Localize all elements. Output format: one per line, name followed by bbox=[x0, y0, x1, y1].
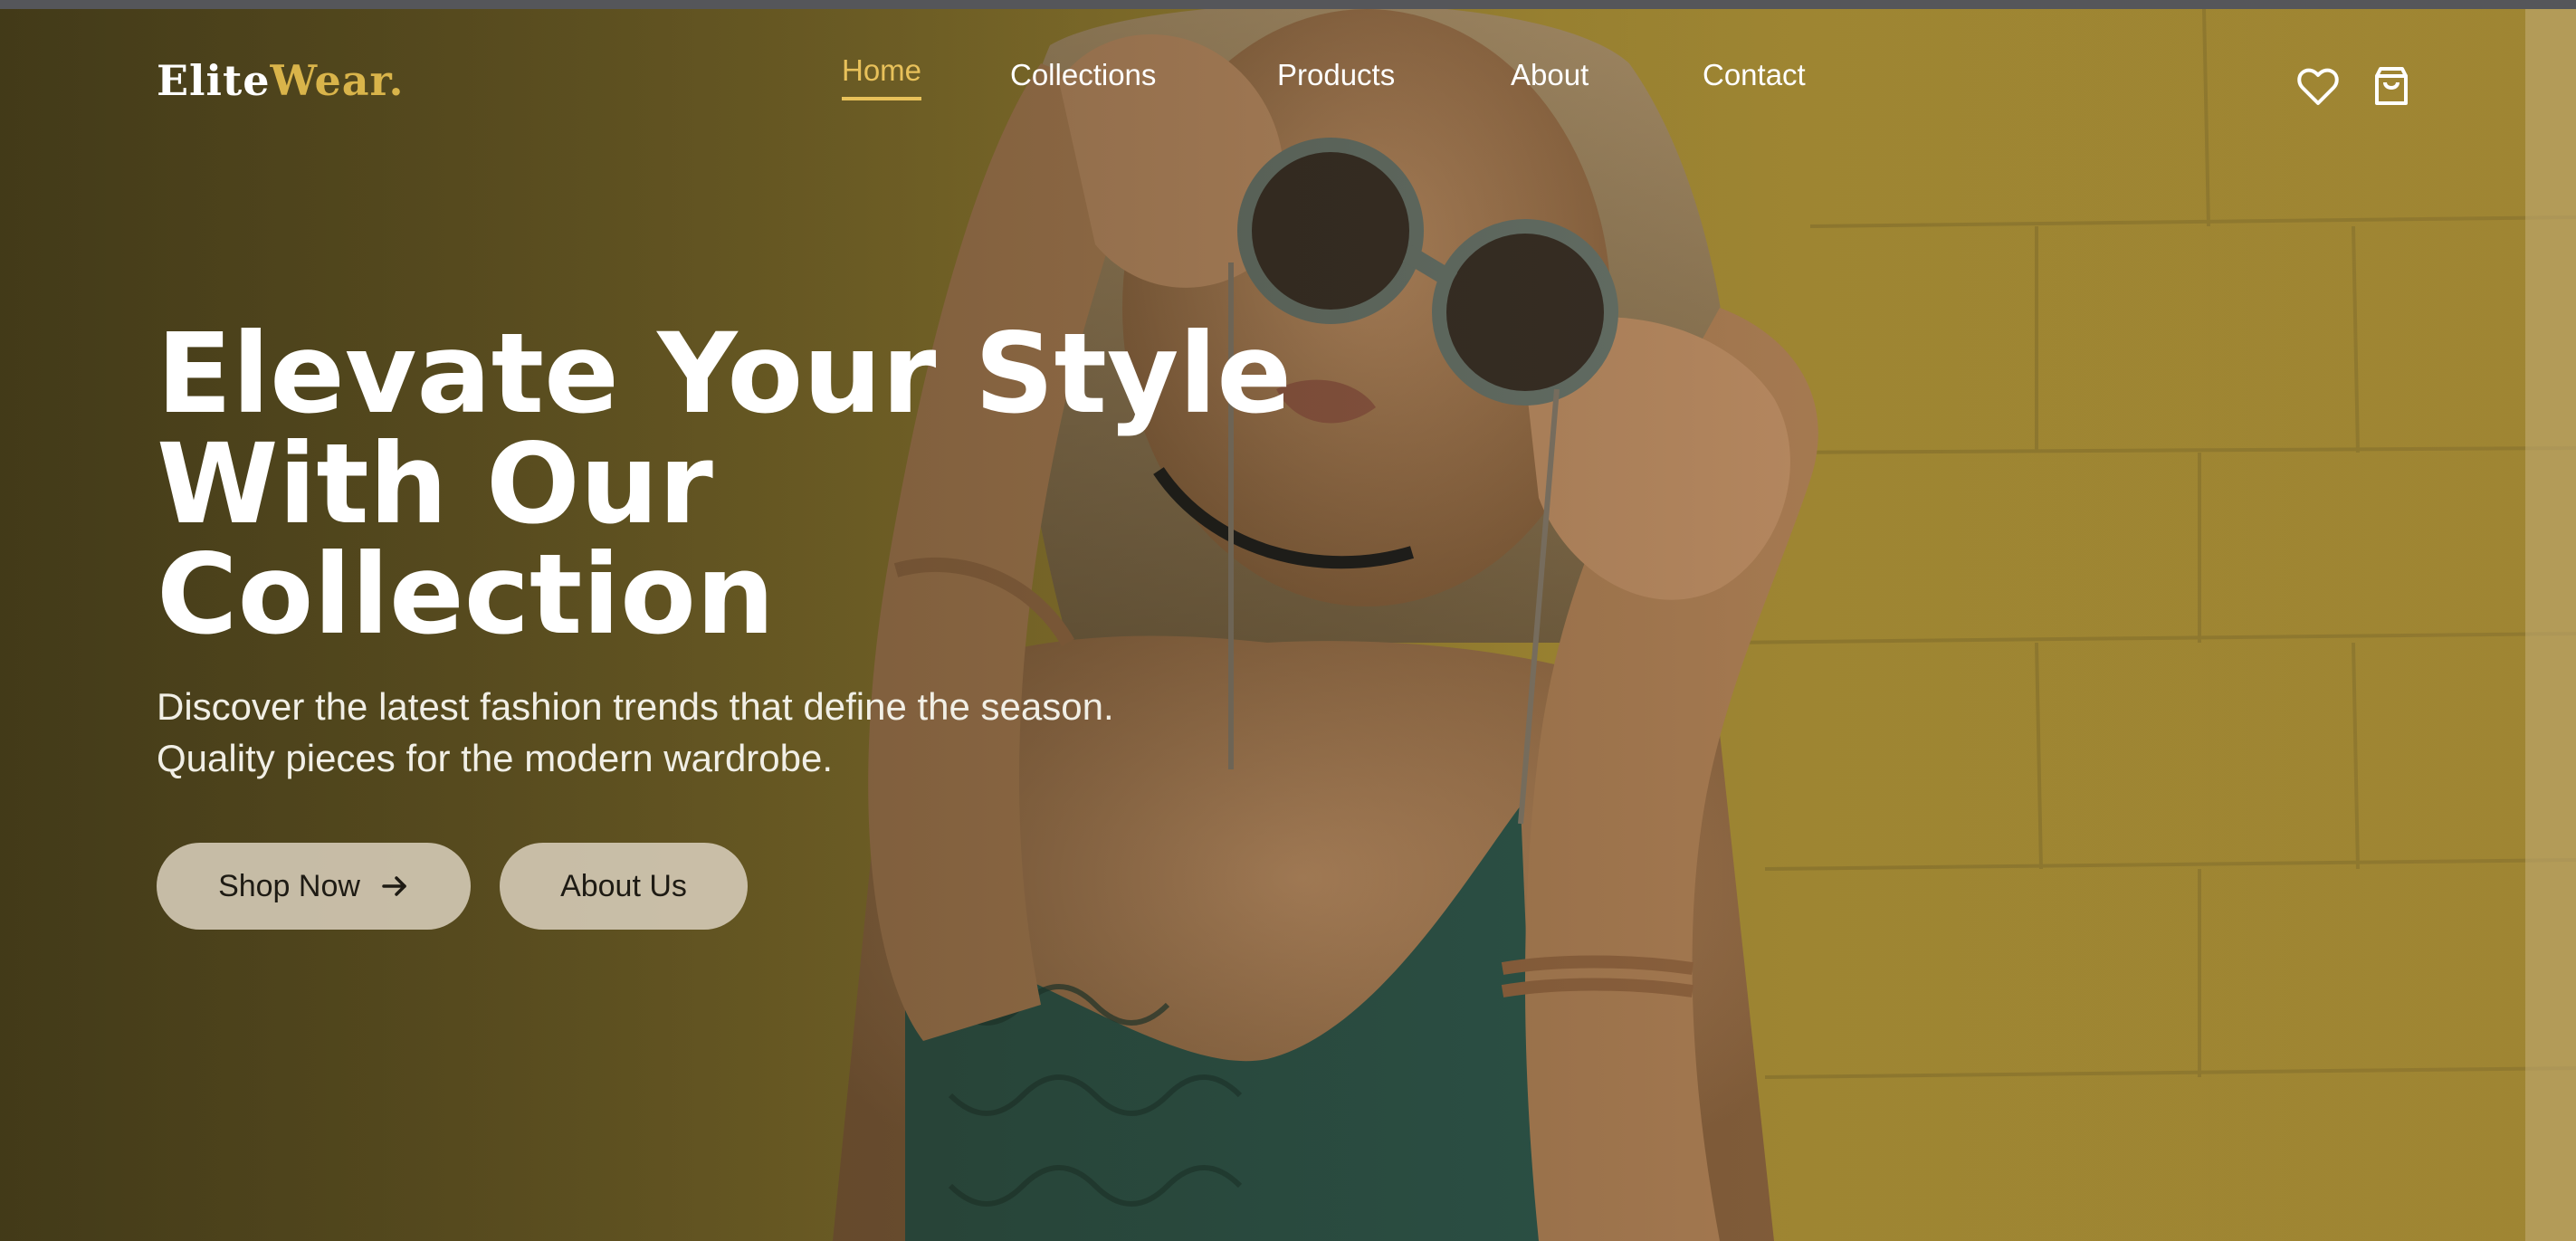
nav-link-products[interactable]: Products bbox=[1277, 58, 1395, 101]
heart-icon[interactable] bbox=[2296, 65, 2340, 109]
hero-headline-line: Elevate Your Style bbox=[157, 310, 1293, 438]
about-us-button[interactable]: About Us bbox=[500, 843, 748, 930]
hero-subtext-line: Discover the latest fashion trends that … bbox=[157, 685, 1114, 728]
brand-name-accent: Wear bbox=[270, 56, 389, 105]
nav-link-contact[interactable]: Contact bbox=[1703, 58, 1806, 101]
browser-top-strip bbox=[0, 0, 2576, 9]
hero-headline-line: Collection bbox=[157, 530, 775, 659]
nav-link-collections[interactable]: Collections bbox=[1010, 58, 1156, 101]
brand-name-dot: . bbox=[388, 56, 405, 105]
shop-now-label: Shop Now bbox=[218, 868, 360, 903]
top-navigation: EliteWear. Home Collections Products Abo… bbox=[0, 9, 2576, 154]
nav-link-about[interactable]: About bbox=[1511, 58, 1589, 101]
hero-subtext-line: Quality pieces for the modern wardrobe. bbox=[157, 737, 834, 779]
hero-headline: Elevate Your Style With Our Collection bbox=[157, 319, 1424, 650]
brand-logo[interactable]: EliteWear. bbox=[157, 56, 405, 105]
shop-now-button[interactable]: Shop Now bbox=[157, 843, 471, 930]
shopping-bag-icon[interactable] bbox=[2370, 65, 2413, 109]
page: EliteWear. Home Collections Products Abo… bbox=[0, 0, 2576, 1241]
hero-headline-line: With Our bbox=[157, 420, 713, 549]
arrow-right-icon bbox=[382, 876, 406, 896]
brand-name-primary: Elite bbox=[157, 56, 271, 105]
nav-link-home[interactable]: Home bbox=[842, 53, 922, 100]
about-us-label: About Us bbox=[560, 868, 687, 903]
hero-subtext: Discover the latest fashion trends that … bbox=[157, 681, 1333, 784]
